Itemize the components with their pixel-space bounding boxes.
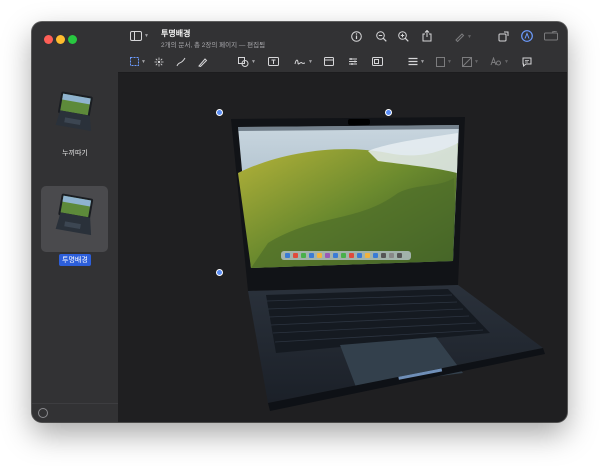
window-title: 투명배경 [161,29,191,38]
preview-window: 누끼따기 투명배경 ▼ 투명배경 2개의 문서, 총 2장의 페이지 — 편집됨… [32,22,567,422]
fill-color-icon [462,57,472,67]
highlight-button[interactable]: ▼ [454,31,472,42]
border-color-button[interactable]: ▼ [436,57,452,67]
zoom-in-icon [398,31,409,42]
fill-color-button[interactable]: ▼ [462,57,479,67]
share-icon [422,30,432,42]
text-style-icon [490,57,501,66]
text-icon [268,57,279,66]
selection-handle-top-left[interactable] [216,109,223,116]
note-button[interactable] [324,57,334,66]
draw-icon [198,58,208,67]
text-style-button[interactable]: ▼ [490,57,509,66]
rotate-button[interactable] [498,31,509,42]
text-tool-button[interactable] [268,57,279,66]
share-button[interactable] [422,30,432,42]
redact-button[interactable] [544,31,558,41]
title-bar: ▼ 투명배경 2개의 문서, 총 2장의 페이지 — 편집됨 ▼ [118,22,567,52]
border-color-icon [436,57,445,67]
laptop-image[interactable] [118,73,567,422]
zoom-window-button[interactable] [68,35,77,44]
selection-tool-button[interactable]: ▼ [130,57,146,66]
description-icon [522,57,532,67]
window-subtitle: 2개의 문서, 총 2장의 페이지 — 편집됨 [161,42,266,49]
markup-icon [521,30,533,42]
adjust-size-icon [372,57,383,66]
shape-style-icon [408,57,418,66]
shapes-button[interactable]: ▼ [238,57,256,67]
chevron-down-icon: ▼ [251,59,256,65]
laptop-thumbnail-image [50,192,100,242]
selection-handle-middle-left[interactable] [216,269,223,276]
chevron-down-icon: ▼ [504,58,509,65]
note-icon [324,57,334,66]
sidebar: 누끼따기 투명배경 [32,22,119,422]
adjust-color-icon [349,58,357,65]
selection-icon [130,57,139,66]
chevron-down-icon: ▼ [420,58,425,65]
chevron-down-icon: ▼ [308,59,313,65]
sign-button[interactable]: ▼ [294,57,313,67]
sketch-icon [176,57,186,67]
zoom-in-button[interactable] [398,31,409,42]
sidebar-item-label: 투명배경 [59,254,91,266]
sidebar-item-label: 누끼따기 [62,150,88,157]
markup-toolbar-button[interactable] [521,30,533,42]
rotate-icon [498,31,509,42]
shape-style-button[interactable]: ▼ [408,57,425,66]
chevron-down-icon: ▼ [467,33,472,40]
close-window-button[interactable] [44,35,53,44]
zoom-out-button[interactable] [376,31,387,42]
adjust-color-button[interactable] [348,57,358,66]
sidebar-item-thumbnail-1[interactable]: 누끼따기 [43,88,107,160]
chevron-down-icon: ▼ [141,58,146,65]
selection-handle-top-center[interactable] [385,109,392,116]
sidebar-options-icon[interactable] [38,408,48,418]
adjust-size-button[interactable] [372,57,383,66]
laptop-thumbnail-image [50,88,100,138]
document-canvas[interactable] [118,73,567,422]
redact-icon [544,31,558,41]
chevron-down-icon: ▼ [474,59,479,65]
info-button[interactable] [351,31,362,42]
description-button[interactable] [522,57,532,67]
sidebar-toggle-button[interactable]: ▼ [130,31,149,41]
markup-toolbar: ▼ ▼ ▼ ▼ ▼ ▼ ▼ [118,52,567,73]
chevron-down-icon: ▼ [144,33,149,39]
zoom-out-icon [376,31,387,42]
sidebar-item-thumbnail-2[interactable]: 투명배경 [41,186,108,266]
chevron-down-icon: ▼ [447,59,452,65]
sidebar-footer [32,403,118,422]
instant-alpha-icon [154,57,164,67]
sketch-button[interactable] [176,57,186,67]
minimize-window-button[interactable] [56,35,65,44]
shapes-icon [238,57,249,67]
draw-button[interactable] [198,57,208,67]
sidebar-toggle-icon [130,31,142,41]
instant-alpha-button[interactable] [154,57,164,67]
sign-icon [294,59,306,65]
info-icon [351,31,362,42]
highlight-pen-icon [455,33,465,42]
